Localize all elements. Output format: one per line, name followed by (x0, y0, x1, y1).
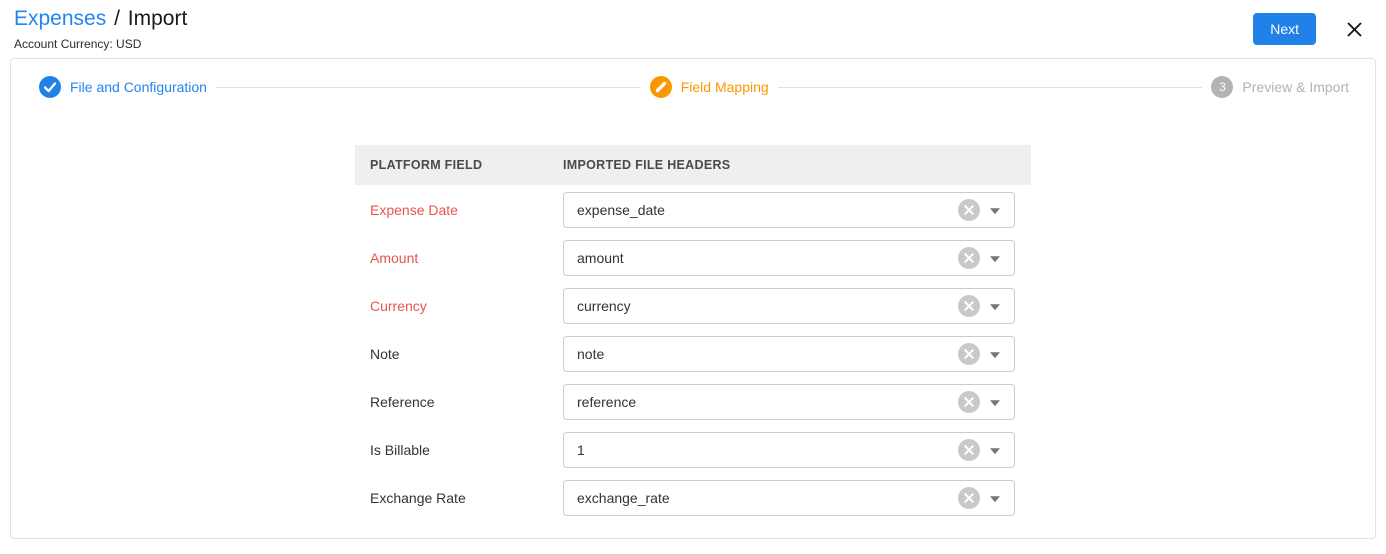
column-header-platform-field: PLATFORM FIELD (370, 158, 483, 172)
selected-header-value: currency (577, 298, 631, 314)
selected-header-value: reference (577, 394, 637, 410)
selected-header-value: note (577, 346, 605, 362)
table-row: Reference reference (355, 378, 1031, 426)
selected-header-value: exchange_rate (577, 490, 670, 506)
step-field-mapping[interactable]: Field Mapping (649, 76, 769, 98)
imported-header-select[interactable]: 1 (563, 432, 1015, 468)
imported-header-cell: reference (563, 384, 1031, 420)
platform-field-label: Expense Date (370, 202, 458, 218)
imported-header-select[interactable]: exchange_rate (563, 480, 1015, 516)
import-wizard-card: File and Configuration Field Mapping 3 P… (10, 58, 1376, 539)
platform-field-label: Currency (370, 298, 427, 314)
chevron-down-icon[interactable] (990, 208, 1000, 215)
pencil-icon (649, 76, 672, 98)
breadcrumb-current: Import (127, 7, 188, 30)
check-icon (39, 76, 61, 98)
step-preview-and-import[interactable]: 3 Preview & Import (1211, 76, 1349, 98)
platform-field-label: Exchange Rate (370, 490, 466, 506)
selected-header-value: expense_date (577, 202, 665, 218)
stepper-connector (777, 86, 1203, 88)
imported-header-cell: exchange_rate (563, 480, 1031, 516)
platform-field-label: Reference (370, 394, 435, 410)
clear-circle-icon[interactable] (958, 391, 980, 413)
table-row: Amount amount (355, 234, 1031, 282)
chevron-down-icon[interactable] (990, 448, 1000, 455)
column-header-imported-file-headers: IMPORTED FILE HEADERS (563, 158, 731, 172)
page-title: Expenses / Import (14, 6, 187, 32)
clear-circle-icon[interactable] (958, 199, 980, 221)
table-body: Expense Date expense_date Amount amount (355, 186, 1031, 522)
clear-circle-icon[interactable] (958, 439, 980, 461)
imported-header-cell: expense_date (563, 192, 1031, 228)
clear-circle-icon[interactable] (958, 247, 980, 269)
imported-header-select[interactable]: currency (563, 288, 1015, 324)
imported-header-select[interactable]: expense_date (563, 192, 1015, 228)
step-file-and-configuration[interactable]: File and Configuration (39, 76, 207, 98)
imported-header-cell: 1 (563, 432, 1031, 468)
table-row: Is Billable 1 (355, 426, 1031, 474)
topbar: Expenses / Import Account Currency: USD … (0, 0, 1386, 58)
platform-field-label: Note (370, 346, 400, 362)
table-row: Exchange Rate exchange_rate (355, 474, 1031, 522)
chevron-down-icon[interactable] (990, 304, 1000, 311)
imported-header-cell: amount (563, 240, 1031, 276)
step-label: File and Configuration (70, 79, 207, 95)
next-button[interactable]: Next (1253, 13, 1316, 45)
chevron-down-icon[interactable] (990, 256, 1000, 263)
topbar-actions: Next (1253, 6, 1364, 45)
table-row: Note note (355, 330, 1031, 378)
field-mapping-table: PLATFORM FIELD IMPORTED FILE HEADERS Exp… (355, 145, 1031, 522)
table-header-row: PLATFORM FIELD IMPORTED FILE HEADERS (355, 145, 1031, 185)
stepper-connector (215, 86, 641, 88)
wizard-stepper: File and Configuration Field Mapping 3 P… (11, 59, 1375, 98)
expense-import-page: Expenses / Import Account Currency: USD … (0, 0, 1386, 539)
table-row: Currency currency (355, 282, 1031, 330)
platform-field-label: Amount (370, 250, 419, 266)
platform-field-label: Is Billable (370, 442, 430, 458)
clear-circle-icon[interactable] (958, 343, 980, 365)
imported-header-cell: currency (563, 288, 1031, 324)
step-number-badge: 3 (1211, 76, 1234, 98)
selected-header-value: 1 (577, 442, 585, 458)
chevron-down-icon[interactable] (990, 400, 1000, 407)
chevron-down-icon[interactable] (990, 496, 1000, 503)
step-label: Preview & Import (1242, 79, 1350, 95)
imported-header-select[interactable]: amount (563, 240, 1015, 276)
title-block: Expenses / Import Account Currency: USD (14, 6, 187, 51)
breadcrumb-separator: / (114, 7, 120, 30)
table-row: Expense Date expense_date (355, 186, 1031, 234)
clear-circle-icon[interactable] (958, 295, 980, 317)
imported-header-cell: note (563, 336, 1031, 372)
chevron-down-icon[interactable] (990, 352, 1000, 359)
step-label: Field Mapping (680, 79, 769, 95)
account-currency-label: Account Currency: USD (14, 37, 142, 51)
imported-header-select[interactable]: reference (563, 384, 1015, 420)
breadcrumb-expenses-link[interactable]: Expenses (14, 7, 106, 30)
selected-header-value: amount (577, 250, 624, 266)
clear-circle-icon[interactable] (958, 487, 980, 509)
imported-header-select[interactable]: note (563, 336, 1015, 372)
close-icon[interactable] (1345, 20, 1364, 39)
